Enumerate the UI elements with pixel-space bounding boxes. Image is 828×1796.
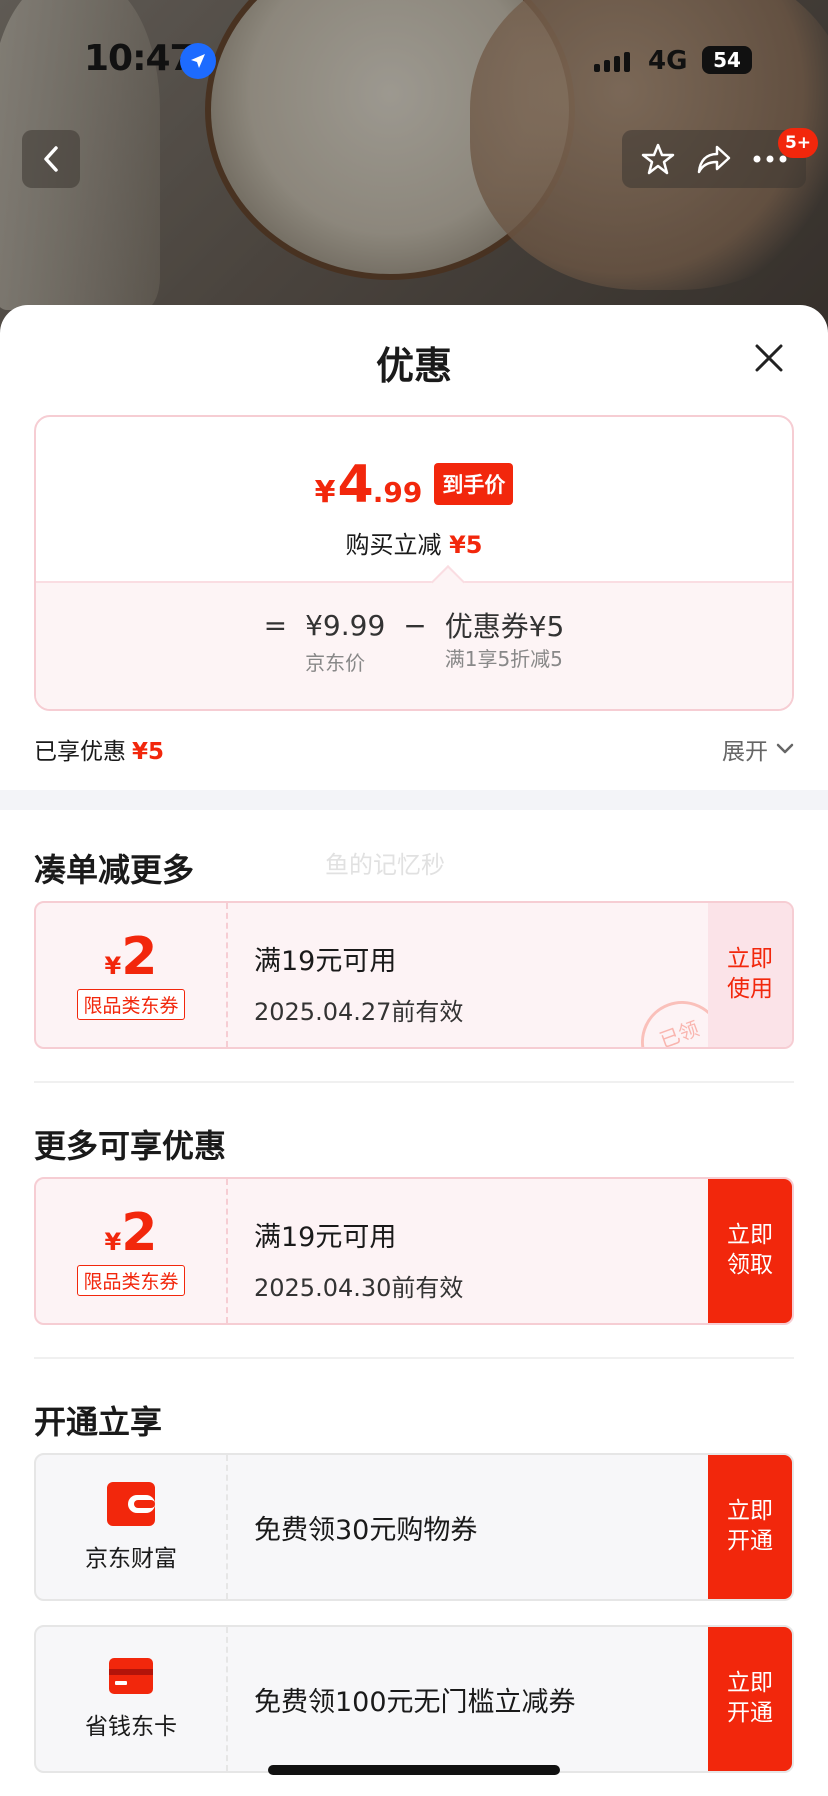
service-card-saving-card: 省钱东卡 免费领100元无门槛立减券 立即 开通: [34, 1625, 794, 1773]
enjoyed-discount-value: ¥5: [132, 739, 165, 765]
claim-now-button[interactable]: 立即 领取: [708, 1179, 792, 1323]
jd-price: ¥9.99: [305, 608, 386, 642]
coupon-currency: ¥: [104, 951, 122, 980]
back-button[interactable]: [22, 130, 80, 188]
activate-line2: 开通: [727, 1700, 773, 1726]
activate-now-button[interactable]: 立即 开通: [708, 1627, 792, 1771]
location-arrow-icon: [180, 43, 216, 79]
coupon-amount: ¥ 2: [105, 1207, 158, 1259]
close-button[interactable]: [748, 337, 790, 379]
network-type: 4G: [648, 46, 688, 76]
final-price-decimal: .99: [372, 476, 423, 509]
divider: [34, 1081, 794, 1083]
coupon-amount-number: 2: [121, 926, 158, 987]
card-icon: [109, 1658, 153, 1694]
share-icon[interactable]: [695, 141, 733, 177]
instant-discount-label: 购买立减: [345, 531, 442, 559]
price-breakdown-card: ¥ 4 .99 到手价 购买立减 ¥5 = ¥9.99 京东价 − 优惠券¥5: [34, 415, 794, 711]
more-icon[interactable]: [752, 154, 788, 164]
coupon-category-tag: 限品类东券: [77, 988, 185, 1020]
enjoyed-discount: 已享优惠 ¥5: [34, 732, 164, 766]
coupon-condition: 满19元可用: [254, 946, 397, 977]
section-title-combine: 凑单减更多: [34, 851, 195, 889]
cellular-signal-icon: [594, 52, 630, 72]
expand-label: 展开: [722, 739, 768, 765]
claim-now-line2: 领取: [727, 1252, 773, 1278]
coupon-condition: 满19元可用: [254, 1222, 397, 1253]
chevron-left-icon: [44, 146, 58, 172]
service-brand: 京东财富: [36, 1455, 228, 1599]
watermark: 鱼的记忆秒: [325, 851, 445, 879]
status-bar: 10:47 4G 54: [0, 0, 828, 120]
coupon-details: 满19元可用 2025.04.27前有效: [254, 939, 463, 1027]
coupon-expiry: 2025.04.30前有效: [254, 1274, 464, 1302]
service-offer: 免费领30元购物券: [254, 1514, 478, 1546]
equals-sign: =: [263, 608, 288, 642]
message-badge: 5+: [778, 128, 818, 158]
activate-line1: 立即: [727, 1670, 773, 1697]
coupon-deduction: 优惠券¥5: [444, 610, 565, 643]
coupon-card-2: ¥ 2 限品类东券 满19元可用 2025.04.30前有效 立即 领取: [34, 1177, 794, 1325]
chevron-down-icon: [776, 743, 794, 754]
star-icon[interactable]: [640, 141, 676, 177]
coupon-value-block: ¥ 2 限品类东券: [36, 1179, 228, 1323]
minus-sign: −: [403, 608, 427, 642]
activate-now-button[interactable]: 立即 开通: [708, 1455, 792, 1599]
status-time: 10:47: [84, 38, 195, 79]
service-name: 京东财富: [85, 1546, 177, 1572]
coupon-value-block: ¥ 2 限品类东券: [36, 903, 228, 1047]
coupon-amount-number: 2: [121, 1202, 158, 1263]
use-now-line1: 立即: [727, 946, 773, 973]
divider: [34, 1357, 794, 1359]
final-price-area: ¥ 4 .99 到手价 购买立减 ¥5: [36, 417, 792, 581]
activate-line1: 立即: [727, 1498, 773, 1525]
sheet-title: 优惠: [375, 344, 452, 388]
activate-line2: 开通: [727, 1528, 773, 1554]
coupon-amount: ¥ 2: [105, 931, 158, 983]
battery-icon: 54: [702, 46, 752, 74]
section-divider: [0, 790, 828, 810]
enjoyed-discount-row: 已享优惠 ¥5 展开: [34, 729, 794, 769]
close-icon: [755, 344, 783, 372]
expand-button[interactable]: 展开: [722, 732, 794, 766]
section-title-open: 开通立享: [34, 1403, 163, 1441]
coupon-expiry: 2025.04.27前有效: [254, 998, 464, 1026]
coupon-details: 满19元可用 2025.04.30前有效: [254, 1215, 463, 1303]
home-indicator: [268, 1765, 560, 1775]
wallet-icon: [107, 1482, 155, 1526]
final-price: ¥ 4 .99 到手价: [36, 455, 792, 515]
section-title-more: 更多可享优惠: [34, 1127, 227, 1165]
jd-price-label: 京东价: [305, 650, 366, 675]
instant-discount-value: ¥5: [449, 531, 483, 559]
service-offer: 免费领100元无门槛立减券: [254, 1686, 576, 1718]
coupon-currency: ¥: [104, 1227, 122, 1256]
use-now-button[interactable]: 立即 使用: [708, 903, 792, 1047]
coupon-deduction-label: 满1享5折减5: [444, 647, 563, 671]
service-name: 省钱东卡: [85, 1714, 177, 1740]
coupon-category-tag: 限品类东券: [77, 1264, 185, 1296]
jd-price-block: ¥9.99 京东价: [305, 608, 386, 675]
price-formula-area: = ¥9.99 京东价 − 优惠券¥5 满1享5折减5: [36, 565, 792, 709]
final-price-integer: 4: [337, 455, 374, 515]
use-now-line2: 使用: [727, 976, 773, 1002]
enjoyed-discount-label: 已享优惠: [34, 739, 126, 765]
coupon-card-1: ¥ 2 限品类东券 满19元可用 2025.04.27前有效 已领 立即 使用: [34, 901, 794, 1049]
service-brand: 省钱东卡: [36, 1627, 228, 1771]
coupon-price-block: 优惠券¥5 满1享5折减5: [444, 605, 565, 671]
claim-now-line1: 立即: [727, 1222, 773, 1249]
instant-discount-line: 购买立减 ¥5: [36, 525, 792, 560]
discount-sheet: 优惠 ¥ 4 .99 到手价 购买立减 ¥5 = ¥9.99 京东价 − 优惠券…: [0, 305, 828, 1796]
final-price-tag: 到手价: [434, 463, 514, 505]
service-card-jd-wealth: 京东财富 免费领30元购物券 立即 开通: [34, 1453, 794, 1601]
final-price-currency: ¥: [314, 475, 336, 510]
price-formula: = ¥9.99 京东价 − 优惠券¥5 满1享5折减5: [36, 605, 792, 675]
